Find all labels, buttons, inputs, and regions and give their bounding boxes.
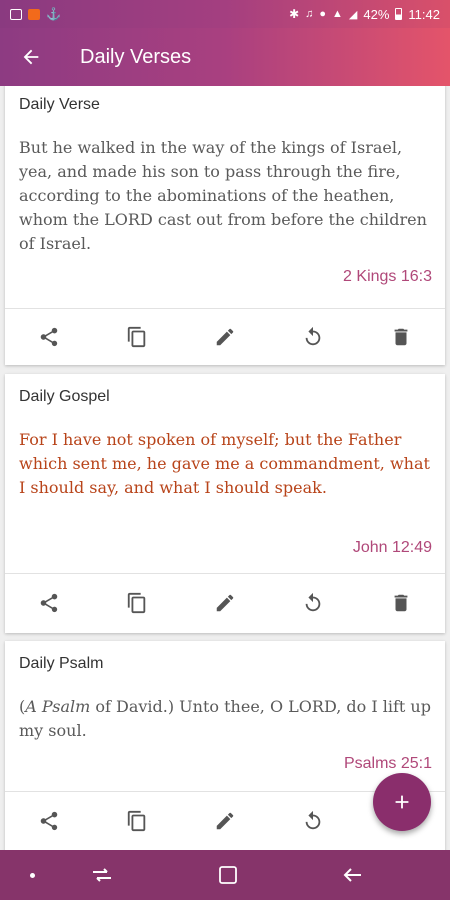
refresh-button[interactable]	[269, 577, 357, 629]
delete-icon	[394, 594, 408, 612]
battery-icon	[395, 8, 403, 20]
verse-text: But he walked in the way of the kings of…	[19, 138, 427, 253]
status-time: 11:42	[408, 6, 440, 22]
back-nav-icon	[343, 868, 361, 882]
card-title: Daily Verse	[19, 96, 100, 113]
verses-list[interactable]: Daily Verse But he walked in the way of …	[0, 86, 450, 850]
psalm-reference[interactable]: Psalms 25:1	[344, 755, 432, 773]
psalm-text: (A Psalm of David.) Unto thee, O LORD, d…	[19, 695, 431, 743]
status-left: ⚓	[10, 7, 61, 21]
card-title: Daily Gospel	[19, 388, 110, 405]
recents-icon	[93, 868, 111, 882]
verse-reference[interactable]: 2 Kings 16:3	[343, 268, 432, 286]
wifi-icon: ▲	[332, 8, 343, 20]
copy-button[interactable]	[93, 311, 181, 363]
refresh-button[interactable]	[269, 795, 357, 847]
delete-button[interactable]	[357, 577, 445, 629]
status-bar: ⚓ ✱ ♫ ● ▲ ◢ 42% 11:42	[0, 0, 450, 28]
page-title: Daily Verses	[80, 45, 192, 68]
share-icon	[40, 327, 58, 347]
back-nav-button[interactable]	[315, 850, 390, 900]
edit-icon	[216, 328, 234, 346]
share-icon	[40, 593, 58, 613]
system-nav-bar	[0, 850, 450, 900]
battery-percent: 42%	[363, 6, 390, 22]
back-arrow-icon	[23, 49, 39, 65]
app-bar: Daily Verses	[0, 28, 450, 86]
share-icon	[40, 811, 58, 831]
nav-dot-button[interactable]	[0, 850, 64, 900]
add-verse-fab[interactable]	[373, 773, 431, 831]
usb-icon: ⚓	[46, 7, 61, 21]
refresh-icon	[305, 326, 321, 346]
delete-button[interactable]	[357, 311, 445, 363]
copy-icon	[127, 810, 146, 832]
edit-icon	[216, 812, 234, 830]
back-button[interactable]	[0, 28, 62, 86]
mute-icon: ♫	[305, 8, 314, 20]
home-icon	[218, 866, 237, 884]
add-icon	[395, 795, 409, 809]
gospel-reference[interactable]: John 12:49	[353, 539, 432, 557]
share-button[interactable]	[5, 577, 93, 629]
signal-icon: ◢	[348, 8, 358, 21]
refresh-icon	[305, 592, 321, 612]
gallery-notification-icon	[10, 8, 22, 20]
divider	[5, 308, 445, 309]
share-button[interactable]	[5, 795, 93, 847]
refresh-button[interactable]	[269, 311, 357, 363]
bluetooth-icon: ✱	[289, 7, 300, 21]
refresh-icon	[305, 810, 321, 830]
daily-verse-card: Daily Verse But he walked in the way of …	[5, 86, 445, 365]
divider	[5, 573, 445, 574]
recents-button[interactable]	[64, 850, 140, 900]
edit-button[interactable]	[181, 795, 269, 847]
share-button[interactable]	[5, 311, 93, 363]
edit-button[interactable]	[181, 577, 269, 629]
status-right: ✱ ♫ ● ▲ ◢ 42% 11:42	[289, 7, 440, 22]
delete-icon	[394, 328, 408, 346]
gospel-text: For I have not spoken of myself; but the…	[19, 430, 430, 497]
card-actions	[5, 577, 445, 629]
copy-button[interactable]	[93, 795, 181, 847]
alarm-icon: ●	[319, 8, 327, 20]
card-actions	[5, 311, 445, 363]
copy-icon	[127, 592, 146, 614]
psalm-italic: A Psalm	[25, 697, 91, 716]
dot-icon	[29, 872, 35, 878]
copy-button[interactable]	[93, 577, 181, 629]
edit-icon	[216, 594, 234, 612]
daily-gospel-card: Daily Gospel For I have not spoken of my…	[5, 374, 445, 633]
app-notification-icon	[28, 8, 40, 20]
copy-icon	[127, 326, 146, 348]
card-title: Daily Psalm	[19, 655, 104, 672]
edit-button[interactable]	[181, 311, 269, 363]
home-button[interactable]	[140, 850, 315, 900]
